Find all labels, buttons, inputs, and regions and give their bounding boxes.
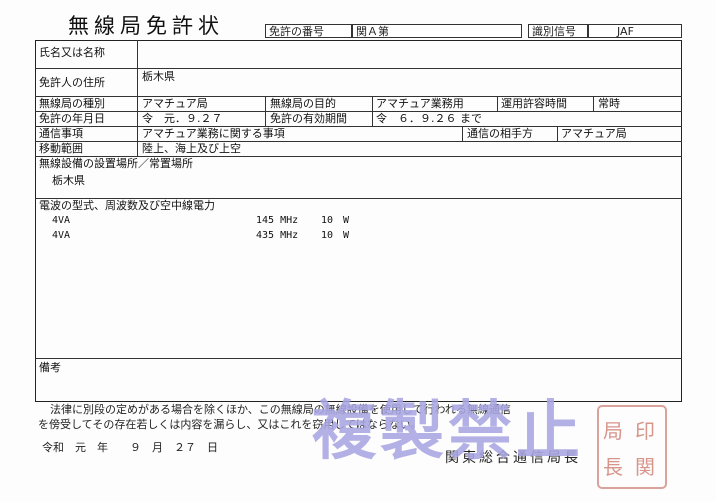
purpose-value: アマチュア業務用 bbox=[376, 97, 464, 110]
emission-frequency: 145 MHz bbox=[256, 215, 299, 226]
row-divider bbox=[35, 358, 682, 359]
license-number-value: 関Ａ第 bbox=[352, 24, 522, 38]
operating-hours-label: 運用許容時間 bbox=[501, 97, 567, 110]
name-label: 氏名又は名称 bbox=[39, 46, 105, 59]
do-not-copy-watermark: 複製禁止 bbox=[312, 395, 584, 469]
row-divider bbox=[35, 141, 682, 142]
column-divider bbox=[137, 40, 138, 156]
call-sign-value: JAF bbox=[588, 24, 682, 38]
column-divider bbox=[372, 96, 373, 126]
station-type-value: アマチュア局 bbox=[142, 97, 208, 110]
comm-partner-label: 通信の相手方 bbox=[467, 127, 533, 140]
column-divider bbox=[557, 126, 558, 141]
comm-matters-value: アマチュア業務に関する事項 bbox=[142, 127, 285, 140]
emission-power: 10 W bbox=[321, 215, 350, 226]
issue-date: 令和 元 年 ９ 月 ２７ 日 bbox=[42, 441, 218, 454]
operating-hours-value: 常時 bbox=[598, 97, 620, 110]
column-divider bbox=[462, 126, 463, 141]
official-seal: 局 印 長 関 bbox=[597, 405, 667, 489]
row-divider bbox=[35, 96, 682, 97]
validity-label: 免許の有効期間 bbox=[270, 112, 347, 125]
location-label: 無線設備の設置場所／常置場所 bbox=[39, 157, 193, 170]
emission-label: 電波の型式、周波数及び空中線電力 bbox=[39, 199, 215, 212]
license-date-value: 令 元．９.２７ bbox=[142, 112, 223, 125]
license-document: 無線局免許状 免許の番号 関Ａ第 識別信号 JAF 氏名又は名称 免許人の住所 … bbox=[0, 0, 716, 502]
column-divider bbox=[497, 96, 498, 111]
address-label: 免許人の住所 bbox=[39, 76, 105, 89]
mobile-range-value: 陸上、海上及び上空 bbox=[142, 142, 241, 155]
document-title: 無線局免許状 bbox=[68, 14, 224, 38]
license-table-frame bbox=[35, 40, 682, 402]
emission-frequency: 435 MHz bbox=[256, 230, 299, 241]
emission-type: 4VA bbox=[52, 215, 71, 226]
row-divider bbox=[35, 68, 682, 69]
column-divider bbox=[265, 96, 266, 126]
emission-power: 10 W bbox=[321, 230, 350, 241]
emission-type: 4VA bbox=[52, 230, 71, 241]
license-date-label: 免許の年月日 bbox=[39, 112, 105, 125]
license-number-label: 免許の番号 bbox=[265, 24, 352, 38]
remarks-label: 備考 bbox=[39, 361, 61, 374]
address-value: 栃木県 bbox=[142, 70, 175, 83]
call-sign-label: 識別信号 bbox=[528, 24, 588, 38]
station-type-label: 無線局の種別 bbox=[39, 97, 105, 110]
location-value: 栃木県 bbox=[52, 174, 85, 187]
validity-value: 令 ６．９.２６ まで bbox=[376, 112, 482, 125]
purpose-label: 無線局の目的 bbox=[270, 97, 336, 110]
column-divider bbox=[593, 96, 594, 111]
mobile-range-label: 移動範囲 bbox=[39, 142, 83, 155]
comm-matters-label: 通信事項 bbox=[39, 127, 83, 140]
row-divider bbox=[35, 111, 682, 112]
comm-partner-value: アマチュア局 bbox=[561, 127, 627, 140]
